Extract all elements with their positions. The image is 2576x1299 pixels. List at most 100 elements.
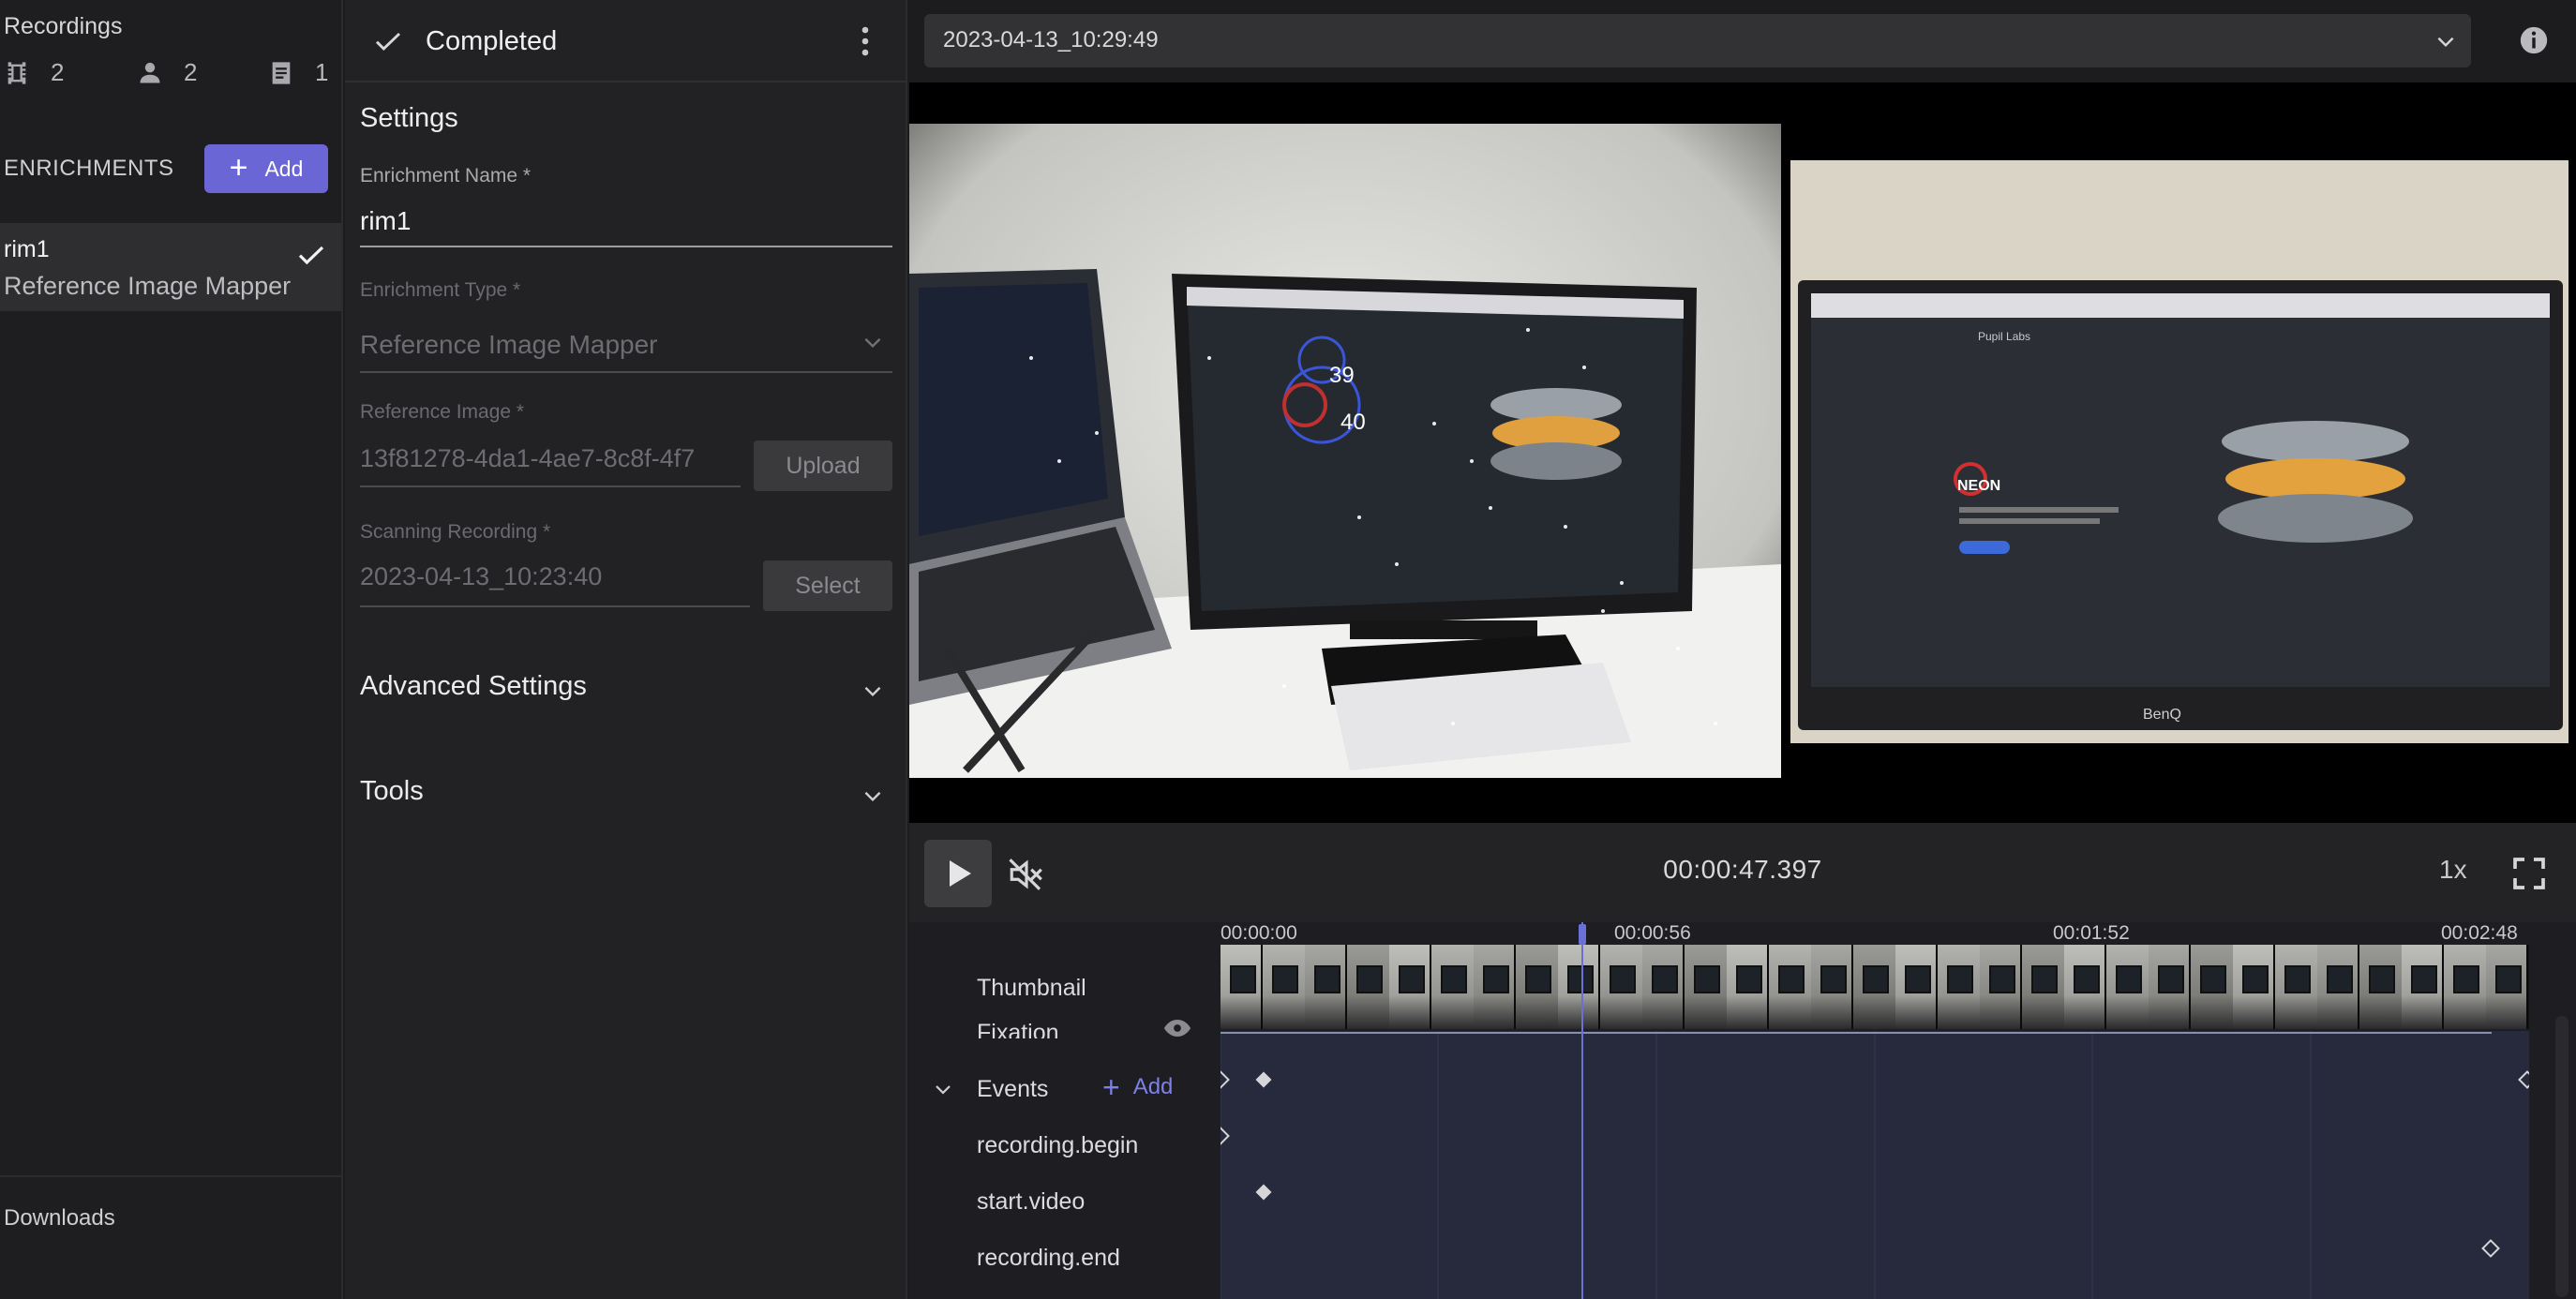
chevron-down-icon (2437, 37, 2454, 48)
recordings-sidebar: Recordings 2 2 1 ENRICHMENTS + Add rim1 … (0, 0, 343, 1299)
field-label: Enrichment Name * (360, 165, 532, 187)
tools-accordion[interactable]: Tools (360, 776, 892, 814)
thumbnail-frame (1727, 945, 1769, 1029)
reference-image-frame: Pupil Labs NEON BenQ (1790, 160, 2569, 743)
recording-topbar: 2023-04-13_10:29:49 (909, 0, 2576, 82)
thumbnail-track-label: Thumbnail (977, 975, 1086, 1001)
thumbnail-frame (1600, 945, 1642, 1029)
thumbnail-monitor (1483, 965, 1509, 993)
chevron-down-icon (864, 791, 881, 802)
field-underline (360, 246, 892, 247)
thumbnail-monitor (1778, 965, 1805, 993)
thumbnail-monitor (1989, 965, 2015, 993)
chevron-down-icon[interactable] (932, 1078, 954, 1100)
thumbnail-strip[interactable] (1221, 945, 2529, 1029)
event-diamond[interactable] (2481, 1239, 2500, 1258)
thumbnail-frame (1938, 945, 1980, 1029)
plus-icon: + (229, 149, 248, 186)
recording-stats: 2 2 1 (4, 58, 332, 92)
event-diamond[interactable] (1255, 1184, 1272, 1201)
templates-count: 1 (268, 58, 328, 87)
thumbnail-monitor (2116, 965, 2142, 993)
thumbnail-monitor (1441, 965, 1467, 993)
enrichment-type: Reference Image Mapper (4, 272, 292, 300)
advanced-settings-accordion[interactable]: Advanced Settings (360, 671, 892, 709)
fixation-track-label: Fixation (977, 1020, 1059, 1038)
status-header: Completed (345, 0, 907, 82)
thumbnail-frame (2022, 945, 2064, 1029)
field-label: Reference Image * (360, 401, 525, 423)
recordings-count: 2 (4, 58, 64, 87)
thumbnail-monitor (1272, 965, 1298, 993)
select-button[interactable]: Select (763, 560, 892, 611)
thumbnail-monitor (1694, 965, 1720, 993)
add-event-button[interactable]: + Add (1102, 1072, 1173, 1102)
playhead[interactable] (1578, 922, 1586, 1299)
player-area: 2023-04-13_10:29:49 39 40 Pupil Labs NEO… (909, 0, 2576, 1299)
fixation-number: 40 (1340, 410, 1366, 435)
thumbnail-frame (1980, 945, 2022, 1029)
event-diamond[interactable] (1211, 1070, 1230, 1089)
thumbnail-monitor (2369, 965, 2395, 993)
field-underline (360, 485, 741, 487)
chevron-down-icon (864, 686, 881, 697)
enrichment-list-item[interactable]: rim1 Reference Image Mapper (0, 223, 341, 311)
thumbnail-monitor (1399, 965, 1425, 993)
reference-image-value: 13f81278-4da1-4ae7-8c8f-4f7 (360, 444, 696, 472)
monitor-brand: BenQ (2143, 707, 2181, 723)
playhead-handle[interactable] (1578, 924, 1586, 945)
upload-button[interactable]: Upload (754, 440, 892, 491)
thumbnail-frame (1347, 945, 1389, 1029)
thumbnail-monitor (1610, 965, 1636, 993)
event-diamond[interactable] (2518, 1070, 2537, 1089)
fullscreen-icon[interactable] (2510, 855, 2548, 892)
event-diamond[interactable] (1211, 1127, 1230, 1145)
info-icon[interactable] (2518, 24, 2550, 56)
timeline-scrollbar[interactable] (2555, 1016, 2569, 1297)
scanning-recording-value: 2023-04-13_10:23:40 (360, 562, 603, 590)
check-icon (298, 246, 324, 265)
player-controls: 00:00:47.397 1x (909, 823, 2576, 922)
settings-title: Settings (360, 103, 458, 133)
timeline-track-labels: Thumbnail Fixation Events + Add recordin… (909, 922, 1221, 1299)
event-tracks[interactable] (1211, 1031, 2537, 1299)
enrichment-settings-panel: Completed Settings Enrichment Name * rim… (345, 0, 907, 1299)
thumbnail-frame (1853, 945, 1895, 1029)
enrichments-label: ENRICHMENTS (4, 156, 174, 181)
thumbnail-frame (2402, 945, 2444, 1029)
field-label: Enrichment Type * (360, 279, 521, 301)
thumbnail-frame (2359, 945, 2402, 1029)
scene-video[interactable]: 39 40 (909, 124, 1781, 778)
thumbnail-frame (2064, 945, 2106, 1029)
recordings-title: Recordings (4, 13, 123, 39)
scene-video-frame: 39 40 (909, 124, 1781, 778)
thumbnail-frame (1516, 945, 1558, 1029)
thumbnail-frame (1431, 945, 1474, 1029)
document-icon (272, 61, 291, 84)
thumbnail-monitor (2327, 965, 2353, 993)
thumbnail-frame (1389, 945, 1431, 1029)
timeline: Thumbnail Fixation Events + Add recordin… (909, 922, 2576, 1299)
more-vertical-icon[interactable] (859, 24, 872, 58)
add-enrichment-button[interactable]: + Add (204, 144, 328, 193)
check-icon (375, 32, 401, 52)
thumbnail-monitor (2495, 965, 2522, 993)
recording-select[interactable]: 2023-04-13_10:29:49 (924, 14, 2471, 67)
downloads-link[interactable]: Downloads (4, 1205, 115, 1232)
thumbnail-frame (1263, 945, 1305, 1029)
thumbnail-frame (2444, 945, 2486, 1029)
event-diamond[interactable] (1255, 1071, 1272, 1088)
enrichment-name-field[interactable]: Enrichment Name * rim1 (360, 165, 892, 249)
thumbnail-frame (2191, 945, 2233, 1029)
event-label-start-video: start.video (977, 1188, 1086, 1215)
film-icon (7, 61, 26, 84)
event-markers (1211, 1031, 2537, 1299)
playback-speed-button[interactable]: 1x (2439, 855, 2467, 885)
eye-icon[interactable] (1162, 1020, 1192, 1037)
thumbnail-monitor (1820, 965, 1847, 993)
enrichment-name-input[interactable]: rim1 (360, 206, 411, 236)
event-label-recording-end: recording.end (977, 1245, 1120, 1271)
thumbnail-frame (1685, 945, 1727, 1029)
thumbnail-monitor (2411, 965, 2437, 993)
thumbnail-monitor (2074, 965, 2100, 993)
